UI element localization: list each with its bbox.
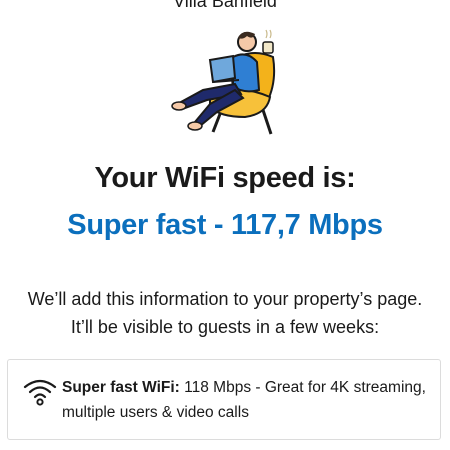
wifi-icon xyxy=(23,379,57,406)
info-line-2: It’ll be visible to guests in a few week… xyxy=(70,317,380,337)
wifi-info-label: Super fast WiFi: xyxy=(62,379,180,396)
info-text: We’ll add this information to your prope… xyxy=(0,285,450,341)
speed-result: Super fast - 117,7 Mbps xyxy=(67,209,383,241)
wifi-info-card: Super fast WiFi: 118 Mbps - Great for 4K… xyxy=(7,359,441,440)
person-on-laptop-illustration xyxy=(171,29,276,135)
info-line-1: We’ll add this information to your prope… xyxy=(27,289,423,309)
property-name: Villa Banfield xyxy=(173,0,277,11)
wifi-info-text: Super fast WiFi: 118 Mbps - Great for 4K… xyxy=(62,375,434,425)
speed-title: Your WiFi speed is: xyxy=(94,162,356,194)
wifi-speed-result-screen: Villa Banfield Your WiFi speed is: Super… xyxy=(0,0,450,450)
